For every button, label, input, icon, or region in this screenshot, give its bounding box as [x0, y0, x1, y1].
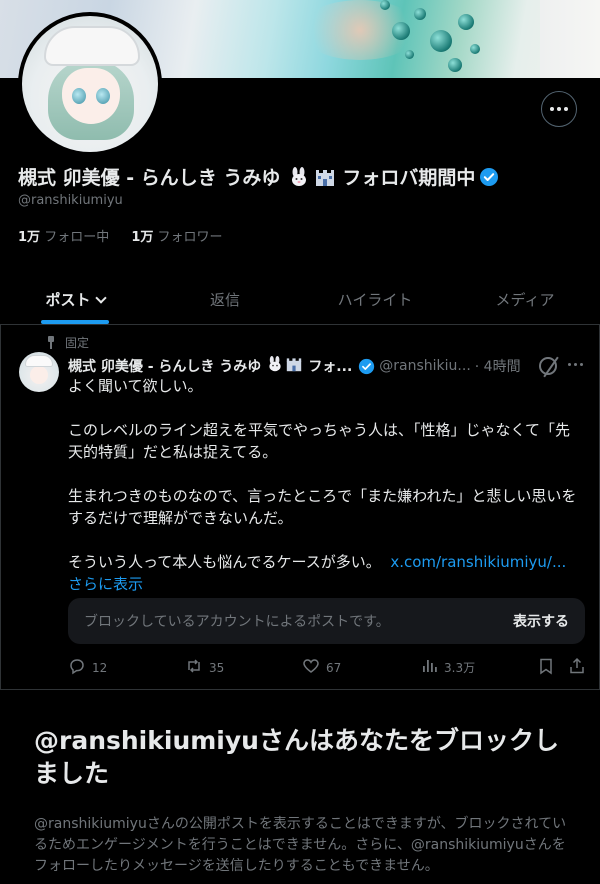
rabbit-emoji-icon: [288, 166, 310, 187]
tab-replies[interactable]: 返信: [150, 271, 300, 324]
share-icon: [568, 657, 586, 678]
profile-avatar[interactable]: [18, 12, 162, 156]
like-button[interactable]: 67: [302, 657, 341, 678]
more-options-button[interactable]: [541, 91, 577, 127]
pinned-post[interactable]: 固定 槻式 卯美優 - らんしき うみゆ フォ... @ranshikiu...…: [0, 325, 600, 690]
chevron-down-icon: [94, 292, 107, 304]
bookmark-button[interactable]: [537, 657, 555, 678]
post-paragraph-text: そういう人って本人も悩んでるケースが多い。: [68, 553, 381, 571]
repost-icon: [185, 657, 203, 678]
tab-media-label: メディア: [495, 291, 555, 309]
post-author-handle[interactable]: @ranshikiu...: [379, 358, 471, 374]
bookmark-icon: [537, 657, 555, 678]
post-timestamp[interactable]: · 4時間: [475, 356, 521, 376]
castle-emoji-icon: [314, 167, 336, 187]
tab-replies-label: 返信: [209, 291, 240, 309]
pinned-indicator: 固定: [45, 334, 89, 351]
verified-badge-icon: [479, 167, 499, 187]
grok-icon[interactable]: [539, 357, 557, 375]
blocked-quote-notice: ブロックしているアカウントによるポストです。 表示する: [68, 598, 585, 644]
like-count: 67: [326, 660, 342, 675]
avatar-image: [22, 16, 158, 152]
tab-media[interactable]: メディア: [450, 271, 600, 324]
post-link[interactable]: x.com/ranshikiumiyu/...: [390, 553, 566, 571]
blocked-by-notice: @ranshikiumiyuさんはあなたをブロックしました @ranshikiu…: [34, 724, 574, 877]
post-author-name-truncated: フォ...: [308, 359, 353, 375]
post-paragraph: このレベルのライン超えを平気でやっちゃう人は、「性格」じゃなくて「先天的特質」だ…: [68, 421, 571, 461]
show-more-link[interactable]: さらに表示: [68, 573, 580, 595]
active-tab-indicator: [41, 320, 109, 324]
views-count: 3.3万: [444, 661, 476, 675]
tab-highlights-label: ハイライト: [337, 291, 413, 309]
blocked-notice-text: ブロックしているアカウントによるポストです。: [84, 614, 390, 630]
profile-tabs: ポスト 返信 ハイライト メディア: [0, 271, 600, 325]
post-paragraph: よく聞いて欲しい。: [68, 377, 203, 395]
blocked-description: @ranshikiumiyuさんの公開ポストを表示することはできますが、ブロック…: [34, 816, 567, 874]
show-blocked-post-button[interactable]: 表示する: [513, 611, 569, 631]
repost-count: 35: [209, 660, 225, 675]
repost-button[interactable]: 35: [185, 657, 224, 678]
profile-handle: @ranshikiumiyu: [18, 193, 123, 208]
reply-icon: [68, 657, 86, 678]
followers-link[interactable]: 1万 フォロワー: [131, 230, 240, 245]
post-paragraph-last: そういう人って本人も悩んでるケースが多い。 x.com/ranshikiumiy…: [68, 551, 580, 573]
share-button[interactable]: [568, 657, 586, 678]
post-actions: 12 35 67 3.3万: [68, 657, 588, 677]
name-suffix: フォロバ期間中: [342, 167, 476, 189]
followers-label: フォロワー: [157, 230, 223, 245]
tab-posts-label: ポスト: [45, 291, 91, 309]
blocked-title: @ranshikiumiyuさんはあなたをブロックしました: [34, 726, 559, 788]
following-link[interactable]: 1万 フォロー中: [18, 230, 131, 245]
followers-count: 1万: [131, 230, 154, 245]
tab-highlights[interactable]: ハイライト: [300, 271, 450, 324]
pinned-label: 固定: [65, 336, 90, 350]
views-button[interactable]: 3.3万: [420, 657, 475, 678]
more-icon: [550, 107, 568, 111]
castle-emoji-icon: [285, 356, 303, 376]
post-author-name[interactable]: 槻式 卯美優 - らんしき うみゆ: [68, 356, 261, 376]
follow-stats: 1万 フォロー中 1万 フォロワー: [18, 226, 241, 245]
post-author-avatar[interactable]: [19, 352, 59, 392]
views-icon: [420, 657, 438, 678]
following-label: フォロー中: [44, 230, 110, 245]
post-paragraph: 生まれつきのものなので、言ったところで「また嫌われた」と悲しい思いをするだけで理…: [68, 487, 577, 527]
profile-name-row: 槻式 卯美優 - らんしき うみゆ フォロバ期間中: [18, 163, 499, 190]
reply-button[interactable]: 12: [68, 657, 107, 678]
post-header: 槻式 卯美優 - らんしき うみゆ フォ... @ranshikiu... · …: [68, 356, 588, 376]
post-more-button[interactable]: [568, 363, 583, 366]
post-text: よく聞いて欲しい。 このレベルのライン超えを平気でやっちゃう人は、「性格」じゃな…: [68, 375, 580, 595]
display-name: 槻式 卯美優 - らんしき うみゆ: [18, 167, 281, 189]
tab-posts[interactable]: ポスト: [0, 271, 150, 324]
reply-count: 12: [92, 660, 108, 675]
verified-badge-icon: [358, 358, 375, 375]
rabbit-emoji-icon: [266, 356, 284, 376]
following-count: 1万: [18, 230, 41, 245]
heart-icon: [302, 657, 320, 678]
pin-icon: [45, 336, 57, 349]
